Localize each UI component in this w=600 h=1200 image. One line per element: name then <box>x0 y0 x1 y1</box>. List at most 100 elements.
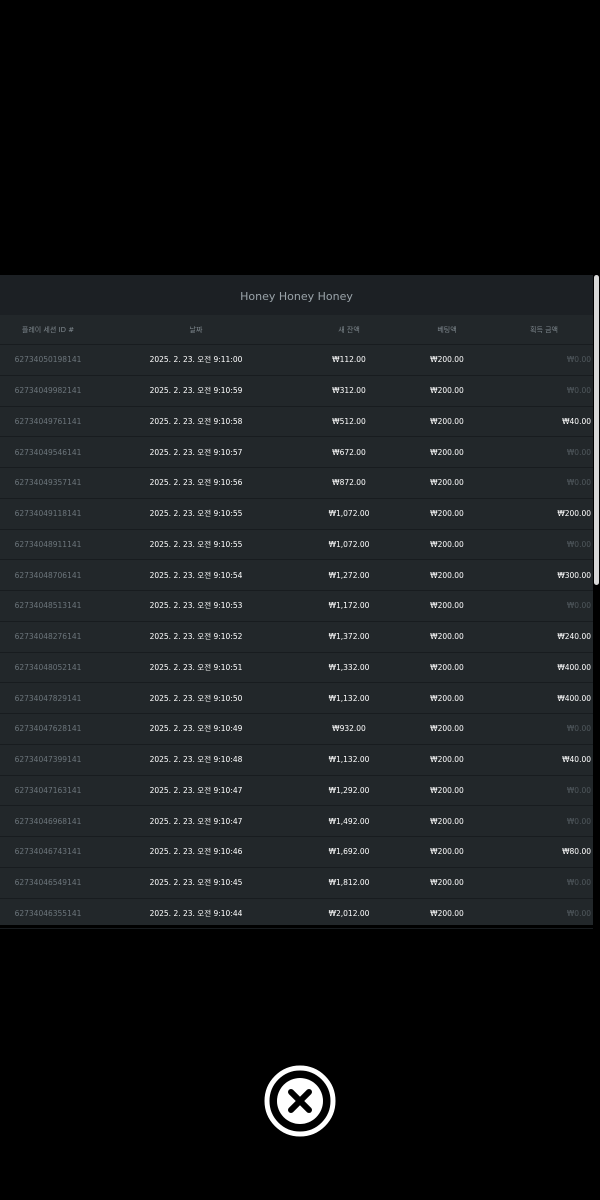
date-cell: 2025. 2. 23. 오전 9:10:50 <box>149 693 243 703</box>
bet-amount-cell: ₩200.00 <box>430 509 464 519</box>
table-row: 62734049982141 2025. 2. 23. 오전 9:10:59 ₩31… <box>0 376 593 407</box>
new-balance-cell: ₩1,172.00 <box>328 601 370 611</box>
table-row: 62734046355141 2025. 2. 23. 오전 9:10:44 ₩2,… <box>0 899 593 930</box>
bet-amount-cell: ₩200.00 <box>430 908 464 918</box>
new-balance-cell: ₩932.00 <box>332 724 366 734</box>
date-cell: 2025. 2. 23. 오전 9:10:46 <box>149 847 243 857</box>
win-amount-cell: ₩300.00 <box>557 570 591 580</box>
bet-amount-cell: ₩200.00 <box>430 570 464 580</box>
table-row: 62734049357141 2025. 2. 23. 오전 9:10:56 ₩87… <box>0 468 593 499</box>
new-balance-cell: ₩1,132.00 <box>328 755 370 765</box>
bet-amount-cell: ₩200.00 <box>430 416 464 426</box>
new-balance-cell: ₩1,812.00 <box>328 878 370 888</box>
session-id-cell: 62734048276141 <box>14 632 82 642</box>
session-id-cell: 62734047399141 <box>14 755 82 765</box>
session-id-cell: 62734049118141 <box>14 509 82 519</box>
header-session-id: 플레이 세션 ID # <box>21 325 75 334</box>
win-amount-cell: ₩0.00 <box>566 785 591 795</box>
bet-amount-cell: ₩200.00 <box>430 447 464 457</box>
win-amount-cell: ₩400.00 <box>557 662 591 672</box>
bet-amount-cell: ₩200.00 <box>430 601 464 611</box>
panel-title: Honey Honey Honey <box>0 275 593 315</box>
session-id-cell: 62734048706141 <box>14 570 82 580</box>
win-amount-cell: ₩40.00 <box>562 755 591 765</box>
date-cell: 2025. 2. 23. 오전 9:10:55 <box>149 509 243 519</box>
win-amount-cell: ₩0.00 <box>566 724 591 734</box>
new-balance-cell: ₩1,292.00 <box>328 785 370 795</box>
new-balance-cell: ₩1,072.00 <box>328 539 370 549</box>
win-amount-cell: ₩0.00 <box>566 447 591 457</box>
bet-amount-cell: ₩200.00 <box>430 662 464 672</box>
bet-amount-cell: ₩200.00 <box>430 478 464 488</box>
win-amount-cell: ₩0.00 <box>566 539 591 549</box>
close-button[interactable] <box>263 1064 337 1138</box>
scrollbar[interactable] <box>593 275 600 925</box>
session-id-cell: 62734049761141 <box>14 416 82 426</box>
scrollbar-thumb[interactable] <box>594 275 599 585</box>
table-row: 62734046968141 2025. 2. 23. 오전 9:10:47 ₩1,… <box>0 806 593 837</box>
table-row: 62734049546141 2025. 2. 23. 오전 9:10:57 ₩67… <box>0 437 593 468</box>
session-id-cell: 62734048513141 <box>14 601 82 611</box>
table-row: 62734049118141 2025. 2. 23. 오전 9:10:55 ₩1,… <box>0 499 593 530</box>
table-row: 62734046743141 2025. 2. 23. 오전 9:10:46 ₩1,… <box>0 837 593 868</box>
session-id-cell: 62734048911141 <box>14 539 82 549</box>
win-amount-cell: ₩40.00 <box>562 416 591 426</box>
new-balance-cell: ₩872.00 <box>332 478 366 488</box>
bet-amount-cell: ₩200.00 <box>430 539 464 549</box>
table-row: 62734047163141 2025. 2. 23. 오전 9:10:47 ₩1,… <box>0 776 593 807</box>
date-cell: 2025. 2. 23. 오전 9:10:58 <box>149 416 243 426</box>
date-cell: 2025. 2. 23. 오전 9:10:44 <box>149 908 243 918</box>
table-row: 62734048706141 2025. 2. 23. 오전 9:10:54 ₩1,… <box>0 560 593 591</box>
new-balance-cell: ₩1,492.00 <box>328 816 370 826</box>
bet-amount-cell: ₩200.00 <box>430 755 464 765</box>
session-id-cell: 62734047628141 <box>14 724 82 734</box>
date-cell: 2025. 2. 23. 오전 9:10:49 <box>149 724 243 734</box>
table-body[interactable]: 62734050198141 2025. 2. 23. 오전 9:11:00 ₩11… <box>0 345 593 930</box>
header-win-amount: 획득 금액 <box>530 325 558 334</box>
bet-amount-cell: ₩200.00 <box>430 785 464 795</box>
win-amount-cell: ₩0.00 <box>566 908 591 918</box>
table-header: 플레이 세션 ID # 날짜 새 잔액 베팅액 획득 금액 <box>0 315 593 345</box>
win-amount-cell: ₩0.00 <box>566 355 591 365</box>
bet-amount-cell: ₩200.00 <box>430 355 464 365</box>
session-id-cell: 62734046968141 <box>14 816 82 826</box>
new-balance-cell: ₩512.00 <box>332 416 366 426</box>
new-balance-cell: ₩1,332.00 <box>328 662 370 672</box>
win-amount-cell: ₩0.00 <box>566 386 591 396</box>
bet-amount-cell: ₩200.00 <box>430 847 464 857</box>
table-row: 62734050198141 2025. 2. 23. 오전 9:11:00 ₩11… <box>0 345 593 376</box>
bet-amount-cell: ₩200.00 <box>430 632 464 642</box>
date-cell: 2025. 2. 23. 오전 9:10:55 <box>149 539 243 549</box>
date-cell: 2025. 2. 23. 오전 9:10:51 <box>149 662 243 672</box>
session-id-cell: 62734047829141 <box>14 693 82 703</box>
win-amount-cell: ₩0.00 <box>566 478 591 488</box>
new-balance-cell: ₩1,272.00 <box>328 570 370 580</box>
date-cell: 2025. 2. 23. 오전 9:10:59 <box>149 386 243 396</box>
table-row: 62734049761141 2025. 2. 23. 오전 9:10:58 ₩51… <box>0 407 593 438</box>
win-amount-cell: ₩0.00 <box>566 816 591 826</box>
table-row: 62734047399141 2025. 2. 23. 오전 9:10:48 ₩1,… <box>0 745 593 776</box>
bet-amount-cell: ₩200.00 <box>430 878 464 888</box>
header-new-balance: 새 잔액 <box>338 325 360 334</box>
bet-amount-cell: ₩200.00 <box>430 724 464 734</box>
session-id-cell: 62734049982141 <box>14 386 82 396</box>
date-cell: 2025. 2. 23. 오전 9:10:57 <box>149 447 243 457</box>
win-amount-cell: ₩400.00 <box>557 693 591 703</box>
date-cell: 2025. 2. 23. 오전 9:10:45 <box>149 878 243 888</box>
table-row: 62734047628141 2025. 2. 23. 오전 9:10:49 ₩93… <box>0 714 593 745</box>
win-amount-cell: ₩240.00 <box>557 632 591 642</box>
table-row: 62734047829141 2025. 2. 23. 오전 9:10:50 ₩1,… <box>0 683 593 714</box>
new-balance-cell: ₩1,072.00 <box>328 509 370 519</box>
table-row: 62734048513141 2025. 2. 23. 오전 9:10:53 ₩1,… <box>0 591 593 622</box>
session-id-cell: 62734047163141 <box>14 785 82 795</box>
session-id-cell: 62734046549141 <box>14 878 82 888</box>
date-cell: 2025. 2. 23. 오전 9:10:48 <box>149 755 243 765</box>
new-balance-cell: ₩672.00 <box>332 447 366 457</box>
header-date: 날짜 <box>189 325 203 334</box>
new-balance-cell: ₩112.00 <box>332 355 366 365</box>
win-amount-cell: ₩0.00 <box>566 601 591 611</box>
header-bet-amount: 베팅액 <box>437 325 457 334</box>
new-balance-cell: ₩312.00 <box>332 386 366 396</box>
close-circle-icon <box>264 1065 336 1137</box>
session-id-cell: 62734050198141 <box>14 355 82 365</box>
